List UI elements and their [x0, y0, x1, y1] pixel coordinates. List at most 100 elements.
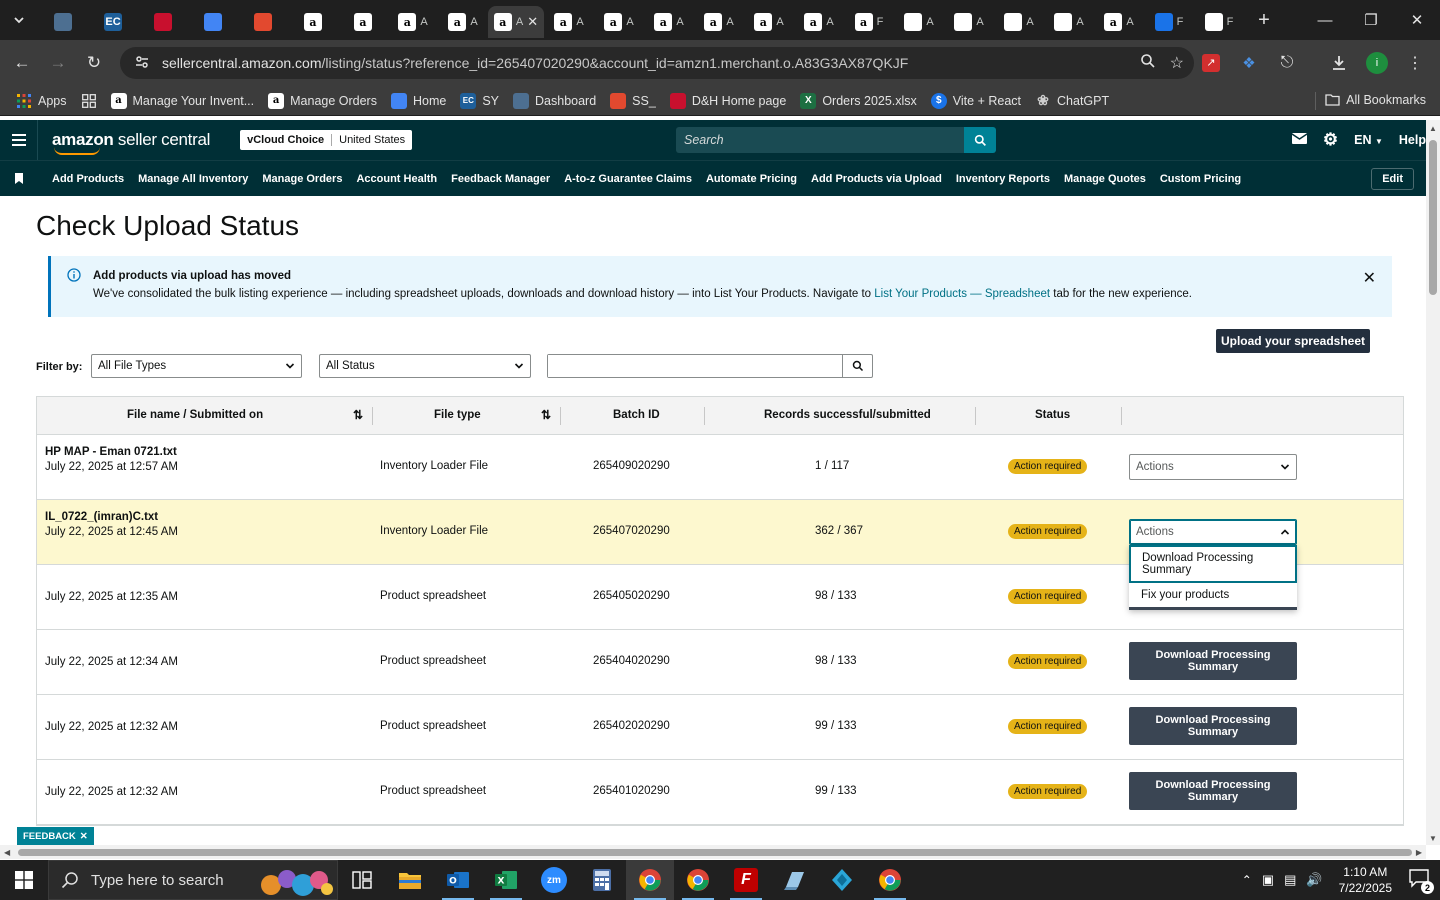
forward-arrow-icon[interactable]: → — [40, 45, 76, 81]
download-summary-button[interactable]: Download Processing Summary — [1129, 707, 1297, 745]
bookmark-flag-icon[interactable] — [0, 173, 38, 184]
browser-tab[interactable] — [238, 6, 288, 38]
browser-tab[interactable]: A — [1044, 6, 1094, 38]
bookmark-star-icon[interactable]: ☆ — [1170, 53, 1184, 73]
address-bar[interactable]: sellercentral.amazon.com/listing/status?… — [120, 47, 1194, 79]
task-view-icon[interactable] — [338, 860, 386, 900]
browser-tab[interactable]: aA — [594, 6, 644, 38]
taskbar-clock[interactable]: 1:10 AM 7/22/2025 — [1339, 864, 1392, 896]
nav-link[interactable]: Account Health — [356, 173, 437, 185]
browser-tab[interactable]: aA — [1094, 6, 1144, 38]
pdf-extension-icon[interactable]: ↗ — [1194, 46, 1228, 80]
actions-select[interactable]: Actions — [1129, 519, 1297, 545]
header-search-button[interactable] — [964, 127, 996, 153]
browser-tab[interactable] — [38, 6, 88, 38]
close-alert-icon[interactable]: ✕ — [1363, 268, 1376, 288]
sort-arrows-icon[interactable]: ⇅ — [353, 408, 363, 422]
zoom-icon[interactable]: zm — [530, 860, 578, 900]
close-tab-icon[interactable]: ✕ — [527, 14, 538, 30]
bookmark-item[interactable]: Apps — [16, 93, 67, 109]
tray-app-icon[interactable]: ▣ — [1262, 872, 1274, 888]
file-explorer-icon[interactable] — [386, 860, 434, 900]
header-file-name[interactable]: File name / Submitted on — [127, 409, 263, 421]
chrome-profile-2-icon[interactable] — [866, 860, 914, 900]
bookmark-item[interactable]: X Orders 2025.xlsx — [800, 92, 917, 109]
header-search-input[interactable] — [676, 127, 964, 153]
file-type-filter[interactable]: All File Types — [91, 354, 302, 378]
all-bookmarks-button[interactable]: All Bookmarks — [1325, 93, 1426, 107]
reload-icon[interactable]: ↻ — [76, 45, 112, 81]
nav-link[interactable]: Manage Orders — [262, 173, 342, 185]
browser-tab[interactable]: F — [1194, 6, 1244, 38]
nav-link[interactable]: A-to-z Guarantee Claims — [564, 173, 692, 185]
browser-tab[interactable]: a — [338, 6, 388, 38]
excel-icon[interactable]: X — [482, 860, 530, 900]
scroll-down-icon[interactable]: ▼ — [1429, 834, 1437, 843]
bookmark-item[interactable]: D&H Home page — [669, 92, 786, 109]
browser-menu-icon[interactable]: ⋮ — [1398, 46, 1432, 80]
app-diamond-icon[interactable] — [818, 860, 866, 900]
scroll-left-icon[interactable]: ◀ — [4, 848, 10, 857]
horizontal-scroll-thumb[interactable] — [18, 849, 1412, 856]
restore-icon[interactable]: ❐ — [1348, 0, 1394, 40]
browser-tab[interactable]: aF — [844, 6, 894, 38]
feedback-tab[interactable]: FEEDBACK ✕ — [17, 827, 94, 845]
chrome-profile-icon[interactable] — [674, 860, 722, 900]
language-selector[interactable]: EN ▼ — [1354, 133, 1383, 147]
download-icon[interactable] — [1322, 46, 1356, 80]
browser-tab[interactable]: F — [1144, 6, 1194, 38]
vertical-scrollbar[interactable]: ▲ ▼ — [1426, 120, 1440, 845]
browser-tab[interactable]: aA — [794, 6, 844, 38]
browser-tab[interactable]: aA — [438, 6, 488, 38]
bookmark-item[interactable]: a Manage Your Invent... — [110, 92, 254, 109]
menu-item-fix-products[interactable]: Fix your products — [1129, 583, 1297, 607]
mail-icon[interactable] — [1291, 133, 1308, 147]
actions-select[interactable]: Actions — [1129, 454, 1297, 480]
header-file-type[interactable]: File type — [434, 409, 481, 421]
menu-item-download-summary[interactable]: Download Processing Summary — [1129, 545, 1297, 583]
browser-tab[interactable]: A — [894, 6, 944, 38]
browser-tab[interactable]: aA — [694, 6, 744, 38]
windows-start-icon[interactable] — [0, 860, 48, 900]
bookmark-item[interactable] — [81, 93, 97, 109]
bookmark-item[interactable]: EC SY — [460, 92, 499, 109]
calculator-icon[interactable] — [578, 860, 626, 900]
network-icon[interactable]: ▤ — [1284, 872, 1296, 888]
outlook-icon[interactable]: O — [434, 860, 482, 900]
notepad-icon[interactable] — [770, 860, 818, 900]
browser-tab[interactable]: aA — [544, 6, 594, 38]
settings-gear-icon[interactable]: ⚙ — [1323, 130, 1338, 150]
store-switcher[interactable]: vCloud Choice United States — [240, 130, 413, 150]
extensions-icon[interactable]: ⎋ — [1270, 46, 1304, 80]
close-feedback-icon[interactable]: ✕ — [80, 831, 88, 842]
nav-link[interactable]: Custom Pricing — [1160, 173, 1241, 185]
close-window-icon[interactable]: ✕ — [1394, 0, 1440, 40]
new-tab-button[interactable]: + — [1244, 9, 1284, 32]
scroll-right-icon[interactable]: ▶ — [1416, 848, 1422, 857]
taskbar-search-box[interactable]: Type here to search — [48, 860, 338, 900]
download-summary-button[interactable]: Download Processing Summary — [1129, 772, 1297, 810]
nav-link[interactable]: Inventory Reports — [956, 173, 1050, 185]
filezilla-icon[interactable]: F — [722, 860, 770, 900]
browser-tab[interactable]: EC — [88, 6, 138, 38]
bookmark-item[interactable]: Home — [390, 92, 446, 109]
profile-avatar[interactable]: i — [1360, 46, 1394, 80]
nav-link[interactable]: Automate Pricing — [706, 173, 797, 185]
edit-nav-button[interactable]: Edit — [1371, 168, 1414, 190]
horizontal-scrollbar[interactable]: ◀ ▶ — [0, 845, 1426, 859]
minimize-icon[interactable]: — — [1302, 0, 1348, 40]
hamburger-menu-icon[interactable] — [0, 120, 38, 160]
sort-arrows-icon[interactable]: ⇅ — [541, 408, 551, 422]
site-info-icon[interactable] — [134, 54, 150, 73]
nav-link[interactable]: Manage All Inventory — [138, 173, 248, 185]
bookmark-item[interactable]: $ Vite + React — [930, 92, 1021, 109]
zoom-search-icon[interactable] — [1140, 53, 1156, 73]
bookmark-item[interactable]: Dashboard — [513, 92, 596, 109]
bookmark-item[interactable]: SS_ — [610, 92, 656, 109]
browser-tab[interactable]: A — [994, 6, 1044, 38]
upload-spreadsheet-button[interactable]: Upload your spreadsheet — [1216, 329, 1370, 353]
notification-center-icon[interactable]: 2 — [1408, 868, 1434, 894]
bookmark-item[interactable]: ❀ ChatGPT — [1035, 92, 1109, 109]
amazon-seller-central-logo[interactable]: amazon seller central — [52, 130, 210, 155]
chrome-icon[interactable] — [626, 860, 674, 900]
